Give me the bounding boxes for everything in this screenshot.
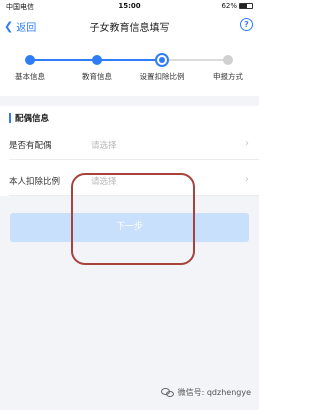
chevron-right-icon: › <box>245 138 249 149</box>
step-label: 基本信息 <box>15 72 45 81</box>
step-dot-pending <box>223 55 233 65</box>
watermark-text: 微信号: qdzhengye <box>177 388 251 397</box>
section-header: 配偶信息 <box>0 106 259 130</box>
section-accent-bar <box>9 113 11 123</box>
step-connector <box>162 59 228 61</box>
spouse-select-row[interactable]: 是否有配偶 请选择 › <box>0 130 259 160</box>
step-dot-current <box>155 53 169 67</box>
watermark: 微信号: qdzhengye <box>160 387 251 398</box>
divider-band <box>0 96 259 106</box>
nav-bar: ❮ 返回 子女教育信息填写 ? <box>0 13 259 39</box>
section-title: 配偶信息 <box>15 114 50 124</box>
wechat-icon <box>160 387 175 398</box>
battery-percent: 62% <box>221 2 237 10</box>
battery-icon <box>239 3 253 9</box>
status-right: 62% <box>221 2 253 10</box>
step-dot-done <box>92 55 102 65</box>
step-label: 设置扣除比例 <box>139 72 185 81</box>
step-dot-done <box>25 55 35 65</box>
status-bar: 中国电信 15:00 62% <box>0 0 259 13</box>
row-placeholder: 请选择 <box>91 141 117 151</box>
clock: 15:00 <box>118 2 141 10</box>
progress-stepper: 基本信息 教育信息 设置扣除比例 申报方式 <box>0 50 259 86</box>
annotation-highlight <box>71 173 195 265</box>
step-connector <box>30 59 97 61</box>
row-divider <box>9 159 259 160</box>
page-title: 子女教育信息填写 <box>89 23 170 34</box>
row-label: 是否有配偶 <box>9 141 52 151</box>
step-label: 申报方式 <box>213 72 243 81</box>
step-label: 教育信息 <box>82 72 112 81</box>
step-connector <box>97 59 162 61</box>
help-icon[interactable]: ? <box>240 18 253 31</box>
chevron-right-icon: › <box>245 174 249 185</box>
row-label: 本人扣除比例 <box>9 177 61 187</box>
